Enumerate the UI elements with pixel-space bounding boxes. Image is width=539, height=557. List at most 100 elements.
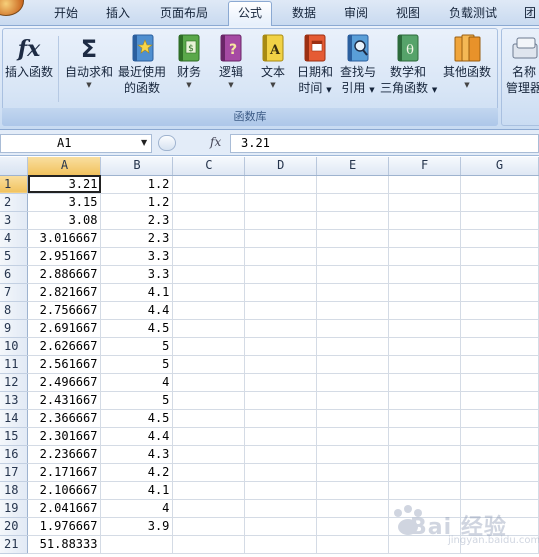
- tab-view[interactable]: 视图: [388, 4, 428, 26]
- cell-f[interactable]: [388, 355, 462, 374]
- cell-e[interactable]: [316, 247, 390, 266]
- cell-b[interactable]: 3.3: [100, 265, 174, 284]
- row-header[interactable]: 4: [0, 229, 29, 248]
- cell-g[interactable]: [460, 337, 539, 356]
- cell-c[interactable]: [172, 265, 246, 284]
- cell-g[interactable]: [460, 265, 539, 284]
- cell-a[interactable]: 3.21: [27, 175, 102, 194]
- cell-f[interactable]: [388, 301, 462, 320]
- cell-b[interactable]: 4: [100, 373, 174, 392]
- formula-input[interactable]: 3.21: [230, 134, 539, 153]
- cell-d[interactable]: [244, 391, 318, 410]
- cell-c[interactable]: [172, 301, 246, 320]
- cell-f[interactable]: [388, 409, 462, 428]
- row-header[interactable]: 17: [0, 463, 29, 482]
- cell-f[interactable]: [388, 247, 462, 266]
- cell-a[interactable]: 2.561667: [27, 355, 102, 374]
- cell-a[interactable]: 2.041667: [27, 499, 102, 518]
- cell-f[interactable]: [388, 337, 462, 356]
- cell-b[interactable]: 4.3: [100, 445, 174, 464]
- select-all-corner[interactable]: [0, 157, 29, 176]
- cell-g[interactable]: [460, 463, 539, 482]
- row-header[interactable]: 3: [0, 211, 29, 230]
- cell-g[interactable]: [460, 301, 539, 320]
- tab-home[interactable]: 开始: [46, 4, 86, 26]
- date-time-button[interactable]: 日期和 时间 ▼: [294, 30, 336, 98]
- cell-d[interactable]: [244, 283, 318, 302]
- cell-d[interactable]: [244, 175, 318, 194]
- cell-a[interactable]: 2.106667: [27, 481, 102, 500]
- cell-e[interactable]: [316, 355, 390, 374]
- cell-a[interactable]: 2.301667: [27, 427, 102, 446]
- cell-b[interactable]: 1.2: [100, 193, 174, 212]
- cell-c[interactable]: [172, 283, 246, 302]
- cell-b[interactable]: 4.5: [100, 319, 174, 338]
- row-header[interactable]: 10: [0, 337, 29, 356]
- cell-f[interactable]: [388, 517, 462, 536]
- cell-f[interactable]: [388, 391, 462, 410]
- cell-f[interactable]: [388, 211, 462, 230]
- cell-e[interactable]: [316, 463, 390, 482]
- cell-e[interactable]: [316, 373, 390, 392]
- cell-g[interactable]: [460, 229, 539, 248]
- row-header[interactable]: 13: [0, 391, 29, 410]
- cell-c[interactable]: [172, 463, 246, 482]
- cell-a[interactable]: 2.821667: [27, 283, 102, 302]
- cell-e[interactable]: [316, 265, 390, 284]
- cell-d[interactable]: [244, 355, 318, 374]
- cell-b[interactable]: 2.3: [100, 211, 174, 230]
- office-button[interactable]: [0, 0, 24, 16]
- column-header-a[interactable]: A: [27, 157, 102, 176]
- cell-c[interactable]: [172, 337, 246, 356]
- cell-b[interactable]: 4: [100, 499, 174, 518]
- text-button[interactable]: A 文本 ▼: [256, 30, 290, 90]
- cell-b[interactable]: 4.5: [100, 409, 174, 428]
- cell-f[interactable]: [388, 427, 462, 446]
- row-header[interactable]: 1: [0, 175, 29, 194]
- cell-c[interactable]: [172, 373, 246, 392]
- recently-used-button[interactable]: 最近使用 的函数: [116, 30, 168, 96]
- cell-c[interactable]: [172, 229, 246, 248]
- cell-c[interactable]: [172, 445, 246, 464]
- cell-g[interactable]: [460, 427, 539, 446]
- cell-d[interactable]: [244, 481, 318, 500]
- cell-g[interactable]: [460, 499, 539, 518]
- row-header[interactable]: 7: [0, 283, 29, 302]
- cell-b[interactable]: 4.1: [100, 481, 174, 500]
- cell-e[interactable]: [316, 283, 390, 302]
- tab-review[interactable]: 审阅: [336, 4, 376, 26]
- cell-f[interactable]: [388, 463, 462, 482]
- cell-c[interactable]: [172, 481, 246, 500]
- cell-g[interactable]: [460, 319, 539, 338]
- cell-d[interactable]: [244, 409, 318, 428]
- insert-function-fx-icon[interactable]: fx: [210, 135, 221, 149]
- cell-d[interactable]: [244, 535, 318, 554]
- cell-d[interactable]: [244, 445, 318, 464]
- insert-function-button[interactable]: fx 插入函数: [4, 30, 54, 80]
- cell-g[interactable]: [460, 247, 539, 266]
- cell-b[interactable]: 5: [100, 337, 174, 356]
- row-header[interactable]: 14: [0, 409, 29, 428]
- cell-e[interactable]: [316, 337, 390, 356]
- row-header[interactable]: 21: [0, 535, 29, 554]
- cell-d[interactable]: [244, 373, 318, 392]
- cell-d[interactable]: [244, 319, 318, 338]
- financial-button[interactable]: $ 财务 ▼: [172, 30, 206, 90]
- cell-c[interactable]: [172, 391, 246, 410]
- cell-e[interactable]: [316, 175, 390, 194]
- tab-team[interactable]: 团: [518, 4, 539, 26]
- cell-a[interactable]: 2.626667: [27, 337, 102, 356]
- cell-f[interactable]: [388, 319, 462, 338]
- column-header-e[interactable]: E: [316, 157, 390, 176]
- name-box-dropdown-icon[interactable]: ▼: [141, 138, 147, 147]
- cell-b[interactable]: 2.3: [100, 229, 174, 248]
- cell-d[interactable]: [244, 247, 318, 266]
- cell-f[interactable]: [388, 445, 462, 464]
- row-header[interactable]: 15: [0, 427, 29, 446]
- cell-a[interactable]: 1.976667: [27, 517, 102, 536]
- cell-e[interactable]: [316, 229, 390, 248]
- cell-a[interactable]: 2.171667: [27, 463, 102, 482]
- cell-e[interactable]: [316, 517, 390, 536]
- cell-b[interactable]: 5: [100, 355, 174, 374]
- tab-insert[interactable]: 插入: [98, 4, 138, 26]
